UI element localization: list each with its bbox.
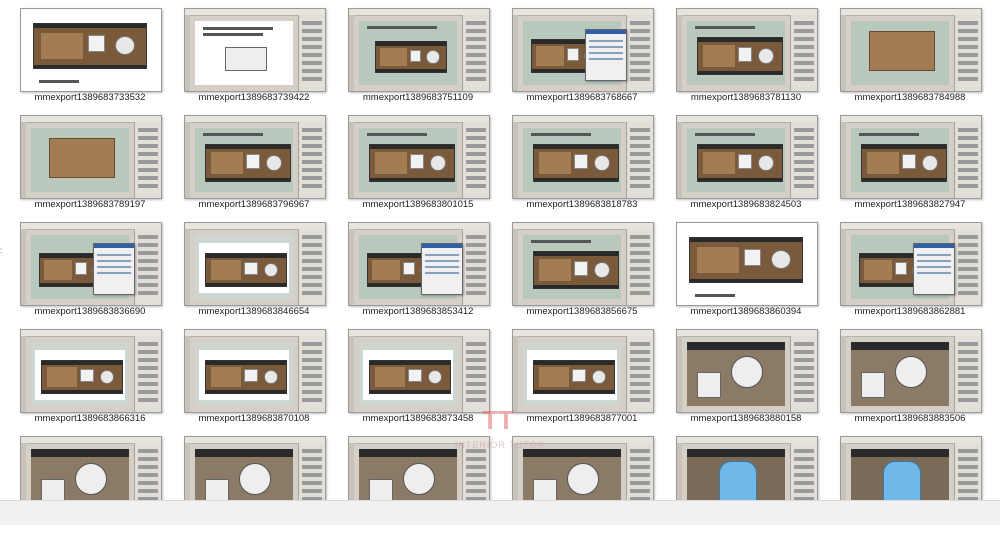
file-name-label: mmexport1389683818783: [526, 199, 638, 210]
file-name-label: mmexport1389683856675: [526, 306, 638, 317]
file-thumbnail[interactable]: [676, 8, 818, 92]
file-thumbnail[interactable]: [20, 222, 162, 306]
file-thumbnail[interactable]: [184, 222, 326, 306]
file-name-label: mmexport1389683853412: [362, 306, 474, 317]
file-thumbnail[interactable]: [676, 329, 818, 413]
file-item[interactable]: mmexport1389683739422: [166, 0, 330, 107]
file-name-label: mmexport1389683784988: [854, 92, 966, 103]
file-name-label: mmexport1389683862881: [854, 306, 966, 317]
file-thumbnail[interactable]: [840, 222, 982, 306]
file-thumbnail[interactable]: [676, 115, 818, 199]
file-item[interactable]: mmexport1389683880158: [658, 321, 822, 428]
file-name-label: mmexport1389683883506: [854, 413, 966, 424]
file-item[interactable]: mmexport1389683856675: [494, 214, 658, 321]
file-item[interactable]: mmexport1389683866316: [2, 321, 166, 428]
file-thumbnail[interactable]: [184, 8, 326, 92]
file-name-label: mmexport1389683870108: [198, 413, 310, 424]
file-thumbnail[interactable]: [676, 222, 818, 306]
file-name-label: mmexport1389683739422: [198, 92, 310, 103]
file-thumbnail[interactable]: [512, 8, 654, 92]
file-item[interactable]: mmexport1389683853412: [330, 214, 494, 321]
file-item[interactable]: mmexport1389683781130: [658, 0, 822, 107]
file-item[interactable]: mmexport1389683789197: [2, 107, 166, 214]
file-item[interactable]: mmexport1389683824503: [658, 107, 822, 214]
file-thumbnail[interactable]: [348, 329, 490, 413]
file-name-label: mmexport1389683827947: [854, 199, 966, 210]
file-name-label: mmexport1389683781130: [690, 92, 802, 103]
file-thumbnail[interactable]: [840, 8, 982, 92]
file-thumbnail[interactable]: [512, 222, 654, 306]
file-thumbnail[interactable]: [348, 222, 490, 306]
file-name-label: mmexport1389683733532: [34, 92, 146, 103]
file-name-label: mmexport1389683768667: [526, 92, 638, 103]
watermark-logo: TT: [482, 405, 514, 435]
file-thumbnail[interactable]: [20, 8, 162, 92]
file-thumbnail[interactable]: [348, 8, 490, 92]
file-item[interactable]: mmexport1389683870108: [166, 321, 330, 428]
file-name-label: mmexport1389683880158: [690, 413, 802, 424]
file-name-label: mmexport1389683796967: [198, 199, 310, 210]
file-thumbnail[interactable]: [512, 329, 654, 413]
file-name-label: mmexport1389683846654: [198, 306, 310, 317]
watermark-text: INTERIOR TUTOR: [454, 440, 546, 450]
file-name-label: mmexport1389683801015: [362, 199, 474, 210]
side-marker: :: [0, 246, 3, 255]
file-item[interactable]: mmexport1389683827947: [822, 107, 986, 214]
file-item[interactable]: mmexport1389683751109: [330, 0, 494, 107]
file-item[interactable]: mmexport1389683796967: [166, 107, 330, 214]
file-name-label: mmexport1389683824503: [690, 199, 802, 210]
file-item[interactable]: mmexport1389683733532: [2, 0, 166, 107]
file-item[interactable]: mmexport1389683883506: [822, 321, 986, 428]
file-item[interactable]: mmexport1389683862881: [822, 214, 986, 321]
file-thumbnail[interactable]: [840, 329, 982, 413]
file-item[interactable]: mmexport1389683768667: [494, 0, 658, 107]
file-thumbnail[interactable]: [512, 115, 654, 199]
file-name-label: mmexport1389683836690: [34, 306, 146, 317]
status-bar: [0, 500, 1000, 525]
file-item[interactable]: mmexport1389683860394: [658, 214, 822, 321]
file-thumbnail[interactable]: [20, 329, 162, 413]
file-thumbnail[interactable]: [348, 115, 490, 199]
file-item[interactable]: mmexport1389683846654: [166, 214, 330, 321]
file-thumbnail[interactable]: [184, 329, 326, 413]
file-name-label: mmexport1389683751109: [362, 92, 474, 103]
file-item[interactable]: mmexport1389683836690: [2, 214, 166, 321]
file-thumbnail[interactable]: [840, 115, 982, 199]
file-item[interactable]: mmexport1389683801015: [330, 107, 494, 214]
file-name-label: mmexport1389683866316: [34, 413, 146, 424]
file-item[interactable]: mmexport1389683818783: [494, 107, 658, 214]
file-thumbnail[interactable]: [184, 115, 326, 199]
file-thumbnail[interactable]: [20, 115, 162, 199]
file-item[interactable]: mmexport1389683784988: [822, 0, 986, 107]
file-name-label: mmexport1389683860394: [690, 306, 802, 317]
file-name-label: mmexport1389683789197: [34, 199, 146, 210]
